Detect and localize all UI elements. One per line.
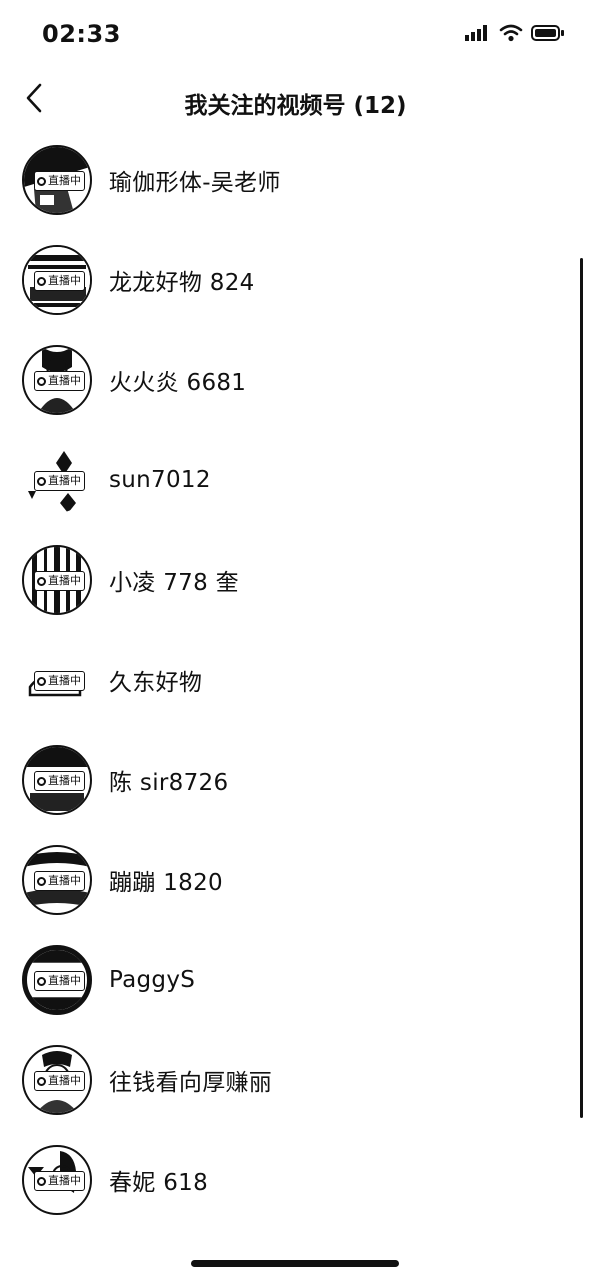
list-item[interactable]: 直播中 陈 sir8726 — [0, 730, 591, 830]
live-dot-icon — [37, 576, 46, 586]
live-label: 直播中 — [48, 174, 81, 187]
wifi-icon — [499, 24, 523, 46]
live-dot-icon — [37, 876, 46, 886]
page-title: 我关注的视频号 (12) — [184, 93, 407, 119]
live-badge: 直播中 — [34, 571, 85, 591]
list-item[interactable]: 直播中 久东好物 — [0, 630, 591, 730]
home-indicator[interactable] — [191, 1260, 399, 1267]
live-dot-icon — [37, 776, 46, 786]
live-badge: 直播中 — [34, 471, 85, 491]
scrollbar[interactable] — [580, 258, 583, 1118]
live-dot-icon — [37, 276, 46, 286]
live-badge: 直播中 — [34, 971, 85, 991]
item-name: sun7012 — [109, 467, 211, 493]
live-dot-icon — [37, 676, 46, 686]
nav-bar: 我关注的视频号 (12) — [0, 72, 591, 130]
list-item[interactable]: 直播中 瑜伽形体-吴老师 — [0, 130, 591, 230]
status-icons — [465, 24, 565, 46]
live-label: 直播中 — [48, 374, 81, 387]
item-name: 陈 sir8726 — [109, 770, 229, 796]
live-label: 直播中 — [48, 574, 81, 587]
avatar: 直播中 — [22, 345, 92, 415]
item-name: 龙龙好物 824 — [109, 270, 255, 296]
following-list: 直播中 瑜伽形体-吴老师 直播中 龙龙好物 824 直播中 火火炎 6681 直… — [0, 130, 591, 1230]
live-dot-icon — [37, 476, 46, 486]
list-item[interactable]: 直播中 小凌 778 奎 — [0, 530, 591, 630]
status-time: 02:33 — [42, 20, 121, 48]
live-badge: 直播中 — [34, 171, 85, 191]
avatar: 直播中 — [22, 845, 92, 915]
avatar: 直播中 — [22, 145, 92, 215]
live-badge: 直播中 — [34, 271, 85, 291]
item-name: 往钱看向厚赚丽 — [109, 1070, 273, 1096]
list-item[interactable]: 直播中 PaggyS — [0, 930, 591, 1030]
battery-icon — [531, 24, 565, 46]
item-name: 瑜伽形体-吴老师 — [109, 170, 281, 196]
avatar: 直播中 — [22, 445, 92, 515]
item-name: 火火炎 6681 — [109, 370, 247, 396]
avatar: 直播中 — [22, 945, 92, 1015]
item-name: 小凌 778 奎 — [109, 570, 239, 596]
live-label: 直播中 — [48, 974, 81, 987]
live-dot-icon — [37, 176, 46, 186]
live-badge: 直播中 — [34, 671, 85, 691]
item-name: 蹦蹦 1820 — [109, 870, 223, 896]
item-name: 久东好物 — [109, 670, 203, 696]
signal-icon — [465, 24, 491, 46]
list-item[interactable]: 直播中 蹦蹦 1820 — [0, 830, 591, 930]
live-badge: 直播中 — [34, 1171, 85, 1191]
list-item[interactable]: 直播中 火火炎 6681 — [0, 330, 591, 430]
live-dot-icon — [37, 1076, 46, 1086]
live-label: 直播中 — [48, 274, 81, 287]
live-dot-icon — [37, 1176, 46, 1186]
avatar: 直播中 — [22, 1145, 92, 1215]
live-dot-icon — [37, 976, 46, 986]
item-name: PaggyS — [109, 967, 196, 993]
list-item[interactable]: 直播中 龙龙好物 824 — [0, 230, 591, 330]
avatar: 直播中 — [22, 745, 92, 815]
avatar: 直播中 — [22, 545, 92, 615]
live-badge: 直播中 — [34, 371, 85, 391]
avatar: 直播中 — [22, 645, 92, 715]
live-badge: 直播中 — [34, 1071, 85, 1091]
live-label: 直播中 — [48, 874, 81, 887]
list-item[interactable]: 直播中 往钱看向厚赚丽 — [0, 1030, 591, 1130]
live-dot-icon — [37, 376, 46, 386]
live-label: 直播中 — [48, 774, 81, 787]
list-item[interactable]: 直播中 sun7012 — [0, 430, 591, 530]
live-badge: 直播中 — [34, 771, 85, 791]
avatar: 直播中 — [22, 1045, 92, 1115]
live-badge: 直播中 — [34, 871, 85, 891]
live-label: 直播中 — [48, 674, 81, 687]
live-label: 直播中 — [48, 1174, 81, 1187]
list-item[interactable]: 直播中 春妮 618 — [0, 1130, 591, 1230]
live-label: 直播中 — [48, 474, 81, 487]
status-bar: 02:33 — [0, 0, 591, 70]
live-label: 直播中 — [48, 1074, 81, 1087]
avatar: 直播中 — [22, 245, 92, 315]
item-name: 春妮 618 — [109, 1170, 209, 1196]
